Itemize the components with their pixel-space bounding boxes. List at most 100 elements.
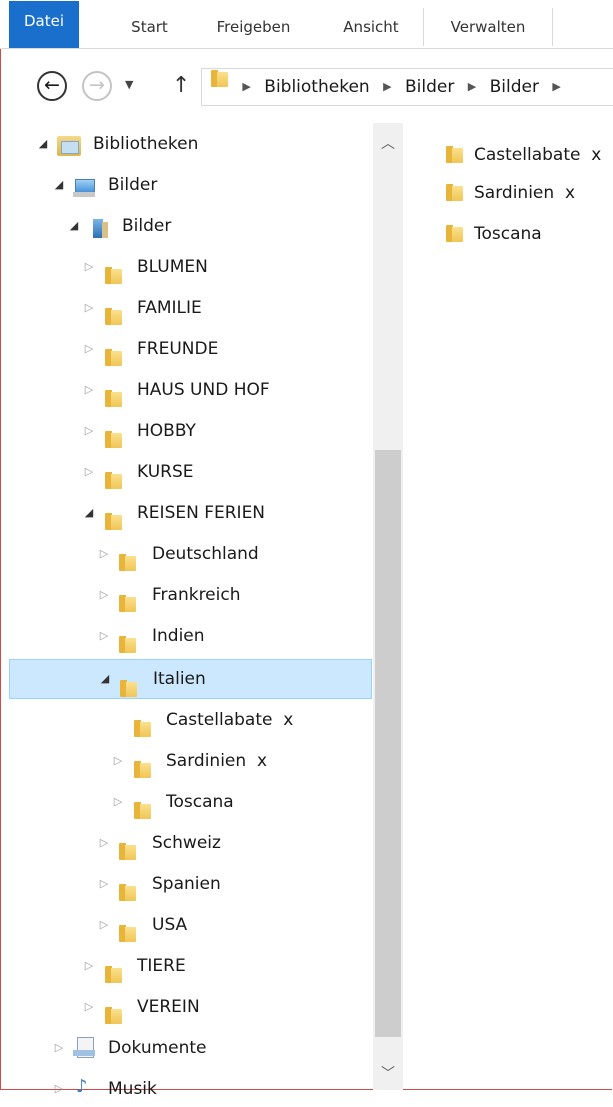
tree-item-freunde[interactable]: ▷ FREUNDE xyxy=(0,331,372,367)
back-arrow-icon[interactable]: ← xyxy=(37,71,67,101)
ribbon-tabs: Datei Start Freigeben Ansicht Verwalten xyxy=(0,0,613,49)
breadcrumb-separator-icon[interactable]: ▶ xyxy=(242,69,250,105)
tree-item-label: Dokumente xyxy=(108,1038,207,1058)
tab-datei[interactable]: Datei xyxy=(9,1,79,48)
breadcrumb-separator-icon[interactable]: ▶ xyxy=(552,69,560,105)
expanded-arrow-icon[interactable]: ◢ xyxy=(52,167,66,203)
tree-item-label: Schweiz xyxy=(152,833,221,853)
tree-item-reisen-ferien[interactable]: ◢ REISEN FERIEN xyxy=(0,495,372,531)
expanded-arrow-icon[interactable]: ◢ xyxy=(67,208,81,244)
tree-item-tiere[interactable]: ▷ TIERE xyxy=(0,948,372,984)
tab-freigeben[interactable]: Freigeben xyxy=(197,8,310,46)
tree-item-toscana[interactable]: ▷ Toscana xyxy=(0,784,372,820)
collapsed-arrow-icon[interactable]: ▷ xyxy=(97,536,111,572)
tree-item-verein[interactable]: ▷ VEREIN xyxy=(0,989,372,1025)
folder-icon xyxy=(104,307,123,326)
tree-item-musik[interactable]: ▷ ♪ Musik xyxy=(0,1071,372,1107)
folder-icon xyxy=(118,553,137,572)
pictures-library-icon xyxy=(73,178,95,198)
tree-item-dokumente[interactable]: ▷ Dokumente xyxy=(0,1030,372,1066)
folder-icon xyxy=(133,801,152,820)
tree-item-label: Indien xyxy=(152,626,205,646)
folder-icon xyxy=(445,145,464,164)
collapsed-arrow-icon[interactable]: ▷ xyxy=(97,618,111,654)
documents-library-icon xyxy=(73,1037,95,1059)
collapsed-arrow-icon[interactable]: ▷ xyxy=(111,784,125,820)
tree-item-blumen[interactable]: ▷ BLUMEN xyxy=(0,249,372,285)
tree-scrollbar[interactable]: ︿ ﹀ xyxy=(373,123,403,1090)
tab-ansicht[interactable]: Ansicht xyxy=(319,8,424,46)
up-arrow-icon[interactable]: ↑ xyxy=(172,73,190,98)
tree-item-bilder-library[interactable]: ◢ Bilder xyxy=(0,167,372,203)
collapsed-arrow-icon[interactable]: ▷ xyxy=(52,1030,66,1066)
breadcrumb-separator-icon[interactable]: ▶ xyxy=(468,69,476,105)
file-item-label: Toscana xyxy=(474,224,542,244)
tree-item-label: KURSE xyxy=(137,462,194,482)
scrollbar-thumb[interactable] xyxy=(375,450,401,1037)
collapsed-arrow-icon[interactable]: ▷ xyxy=(82,372,96,408)
tab-start[interactable]: Start xyxy=(108,8,191,46)
folder-icon xyxy=(210,69,229,88)
file-item-label: Sardinien x xyxy=(474,183,576,203)
tree-item-label: Bilder xyxy=(122,216,172,236)
collapsed-arrow-icon[interactable]: ▷ xyxy=(82,331,96,367)
tree-item-castellabate[interactable]: Castellabate x xyxy=(0,702,372,738)
folder-icon xyxy=(104,389,123,408)
collapsed-arrow-icon[interactable]: ▷ xyxy=(82,413,96,449)
collapsed-arrow-icon[interactable]: ▷ xyxy=(97,825,111,861)
tree-item-usa[interactable]: ▷ USA xyxy=(0,907,372,943)
tree-item-kurse[interactable]: ▷ KURSE xyxy=(0,454,372,490)
collapsed-arrow-icon[interactable]: ▷ xyxy=(111,743,125,779)
tree-item-label: HOBBY xyxy=(137,421,196,441)
tree-item-label: Castellabate x xyxy=(166,710,294,730)
breadcrumb-item[interactable]: Bilder xyxy=(490,69,539,105)
folder-icon xyxy=(104,266,123,285)
expanded-arrow-icon[interactable]: ◢ xyxy=(36,126,50,162)
tree-item-label: HAUS UND HOF xyxy=(137,380,270,400)
tree-item-schweiz[interactable]: ▷ Schweiz xyxy=(0,825,372,861)
expanded-arrow-icon[interactable]: ◢ xyxy=(82,495,96,531)
collapsed-arrow-icon[interactable]: ▷ xyxy=(97,907,111,943)
collapsed-arrow-icon[interactable]: ▷ xyxy=(82,948,96,984)
collapsed-arrow-icon[interactable]: ▷ xyxy=(82,989,96,1025)
folder-icon xyxy=(133,719,152,738)
tree-item-familie[interactable]: ▷ FAMILIE xyxy=(0,290,372,326)
collapsed-arrow-icon[interactable]: ▷ xyxy=(82,290,96,326)
tree-item-hobby[interactable]: ▷ HOBBY xyxy=(0,413,372,449)
expanded-arrow-icon[interactable]: ◢ xyxy=(98,660,112,698)
collapsed-arrow-icon[interactable]: ▷ xyxy=(82,249,96,285)
breadcrumb-item[interactable]: Bilder xyxy=(405,69,454,105)
pictures-folder-icon xyxy=(90,219,110,239)
breadcrumb-item[interactable]: Bibliotheken xyxy=(264,69,369,105)
scroll-down-icon[interactable]: ﹀ xyxy=(373,1063,403,1083)
breadcrumb[interactable]: ▶ Bibliotheken ▶ Bilder ▶ Bilder ▶ xyxy=(201,68,613,106)
tree-item-haus-und-hof[interactable]: ▷ HAUS UND HOF xyxy=(0,372,372,408)
tree-item-spanien[interactable]: ▷ Spanien xyxy=(0,866,372,902)
tree-item-italien[interactable]: ◢ Italien xyxy=(9,659,372,699)
tree-item-label: Bilder xyxy=(108,175,158,195)
collapsed-arrow-icon[interactable]: ▷ xyxy=(97,577,111,613)
tree-item-label: Bibliotheken xyxy=(93,134,199,154)
tree-item-bilder-folder[interactable]: ◢ Bilder xyxy=(0,208,372,244)
tab-verwalten[interactable]: Verwalten xyxy=(424,8,553,46)
tree-item-bibliotheken[interactable]: ◢ Bibliotheken xyxy=(0,126,372,162)
collapsed-arrow-icon[interactable]: ▷ xyxy=(82,454,96,490)
tree-item-indien[interactable]: ▷ Indien xyxy=(0,618,372,654)
folder-icon xyxy=(104,965,123,984)
folder-icon xyxy=(104,512,123,531)
forward-arrow-icon[interactable]: → xyxy=(82,71,112,101)
tree-item-sardinien[interactable]: ▷ Sardinien x xyxy=(0,743,372,779)
folder-icon xyxy=(104,471,123,490)
collapsed-arrow-icon[interactable]: ▷ xyxy=(97,866,111,902)
tree-item-frankreich[interactable]: ▷ Frankreich xyxy=(0,577,372,613)
tree-item-deutschland[interactable]: ▷ Deutschland xyxy=(0,536,372,572)
folder-icon xyxy=(118,883,137,902)
tree-item-label: Toscana xyxy=(166,792,234,812)
folder-icon xyxy=(118,924,137,943)
collapsed-arrow-icon[interactable]: ▷ xyxy=(52,1071,66,1107)
breadcrumb-separator-icon[interactable]: ▶ xyxy=(383,69,391,105)
chevron-down-icon[interactable]: ▼ xyxy=(125,78,133,91)
tree-item-label: VEREIN xyxy=(137,997,200,1017)
folder-icon xyxy=(104,348,123,367)
scroll-up-icon[interactable]: ︿ xyxy=(373,133,403,153)
